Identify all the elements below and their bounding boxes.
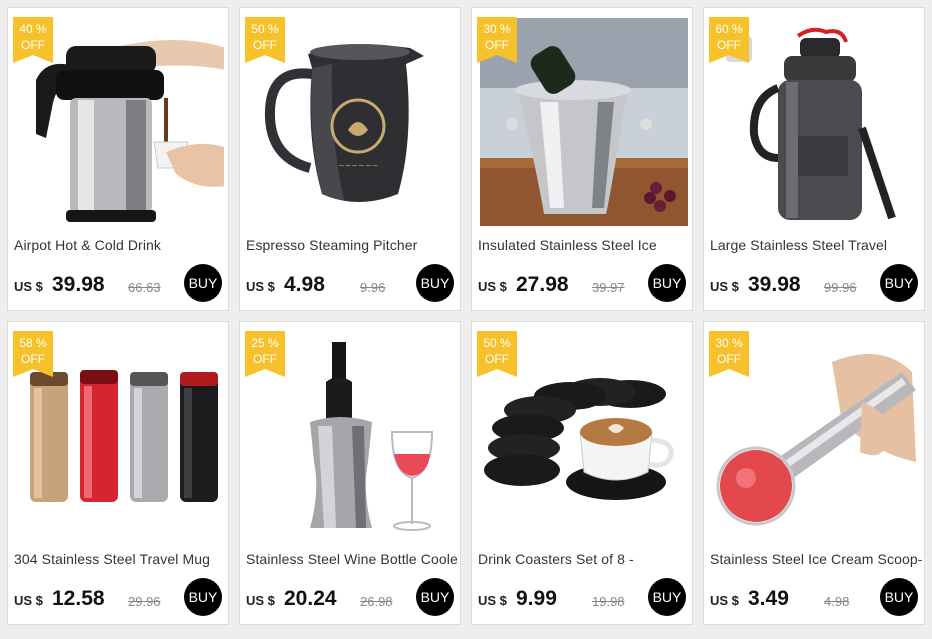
product-title[interactable]: Airpot Hot & Cold Drink — [14, 237, 226, 253]
product-card[interactable]: 40 % OFF Airpot Hot & Cold Drink US $ 39… — [7, 7, 229, 311]
product-price: 9.99 — [516, 587, 557, 610]
discount-off-label: OFF — [485, 38, 509, 52]
product-title[interactable]: Espresso Steaming Pitcher — [246, 237, 458, 253]
product-card[interactable]: 30 % OFF Stainless Steel Ice Cream Scoop… — [703, 321, 925, 625]
discount-badge: 30 % OFF — [709, 331, 749, 377]
svg-text:~~~~~~: ~~~~~~ — [338, 161, 378, 170]
discount-percent: 30 % — [715, 336, 743, 350]
discount-off-label: OFF — [717, 38, 741, 52]
discount-off-label: OFF — [253, 38, 277, 52]
buy-button[interactable]: BUY — [416, 264, 454, 302]
discount-percent: 60 % — [715, 22, 743, 36]
product-price: 39.98 — [748, 273, 801, 296]
original-price: 4.98 — [824, 594, 850, 609]
discount-badge: 25 % OFF — [245, 331, 285, 377]
buy-button[interactable]: BUY — [880, 578, 918, 616]
discount-badge: 50 % OFF — [245, 17, 285, 63]
original-price: 29.96 — [128, 594, 161, 609]
product-card[interactable]: 58 % OFF 304 Stainless Steel Travel Mug … — [7, 321, 229, 625]
product-price: 39.98 — [52, 273, 105, 296]
product-card[interactable]: 60 % OFF Large Stainless Steel Travel US… — [703, 7, 925, 311]
original-price: 26.98 — [360, 594, 393, 609]
currency-label: US $ — [710, 593, 739, 608]
original-price: 66.63 — [128, 280, 161, 295]
product-price: 27.98 — [516, 273, 569, 296]
product-card[interactable]: 50 % OFF Drink Coasters Set of 8 - US $ … — [471, 321, 693, 625]
product-title[interactable]: Drink Coasters Set of 8 - — [478, 551, 690, 567]
discount-percent: 50 % — [483, 336, 511, 350]
discount-percent: 50 % — [251, 22, 279, 36]
product-price: 4.98 — [284, 273, 325, 296]
discount-percent: 30 % — [483, 22, 511, 36]
currency-label: US $ — [710, 279, 739, 294]
product-title[interactable]: 304 Stainless Steel Travel Mug — [14, 551, 226, 567]
discount-off-label: OFF — [21, 38, 45, 52]
discount-off-label: OFF — [21, 352, 45, 366]
original-price: 39.97 — [592, 280, 625, 295]
product-title[interactable]: Stainless Steel Ice Cream Scoop- — [710, 551, 922, 567]
currency-label: US $ — [14, 593, 43, 608]
buy-button[interactable]: BUY — [648, 264, 686, 302]
discount-badge: 40 % OFF — [13, 17, 53, 63]
buy-button[interactable]: BUY — [880, 264, 918, 302]
buy-button[interactable]: BUY — [184, 578, 222, 616]
discount-off-label: OFF — [485, 352, 509, 366]
currency-label: US $ — [246, 279, 275, 294]
discount-percent: 58 % — [19, 336, 47, 350]
discount-off-label: OFF — [253, 352, 277, 366]
discount-badge: 30 % OFF — [477, 17, 517, 63]
product-grid: 40 % OFF Airpot Hot & Cold Drink US $ 39… — [0, 0, 932, 639]
currency-label: US $ — [246, 593, 275, 608]
currency-label: US $ — [478, 279, 507, 294]
product-title[interactable]: Stainless Steel Wine Bottle Cooler — [246, 551, 458, 567]
product-title[interactable]: Insulated Stainless Steel Ice — [478, 237, 690, 253]
buy-button[interactable]: BUY — [648, 578, 686, 616]
discount-percent: 40 % — [19, 22, 47, 36]
discount-off-label: OFF — [717, 352, 741, 366]
product-card[interactable]: 30 % OFF Insulated Stainless Steel Ice U… — [471, 7, 693, 311]
product-card[interactable]: 25 % OFF Stainless Steel Wine Bottle Coo… — [239, 321, 461, 625]
buy-button[interactable]: BUY — [416, 578, 454, 616]
buy-button[interactable]: BUY — [184, 264, 222, 302]
product-title[interactable]: Large Stainless Steel Travel — [710, 237, 922, 253]
currency-label: US $ — [14, 279, 43, 294]
original-price: 19.98 — [592, 594, 625, 609]
original-price: 99.96 — [824, 280, 857, 295]
product-card[interactable]: ~~~~~~ 50 % OFF Espresso Steaming Pitche… — [239, 7, 461, 311]
discount-badge: 50 % OFF — [477, 331, 517, 377]
discount-badge: 60 % OFF — [709, 17, 749, 63]
product-price: 12.58 — [52, 587, 105, 610]
product-price: 20.24 — [284, 587, 337, 610]
discount-percent: 25 % — [251, 336, 279, 350]
product-price: 3.49 — [748, 587, 789, 610]
original-price: 9.96 — [360, 280, 386, 295]
currency-label: US $ — [478, 593, 507, 608]
discount-badge: 58 % OFF — [13, 331, 53, 377]
